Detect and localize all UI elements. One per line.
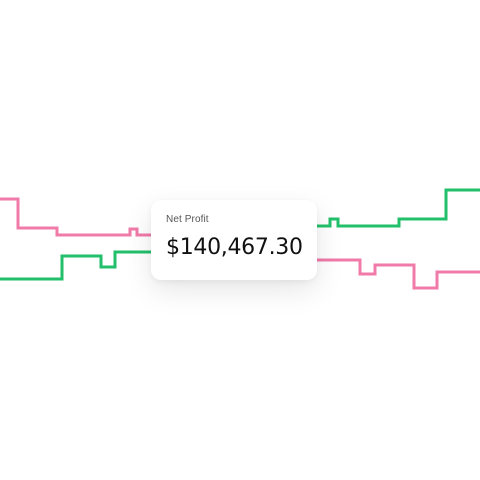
net-profit-card: Net Profit $140,467.30 bbox=[151, 200, 317, 280]
card-value: $140,467.30 bbox=[166, 235, 303, 260]
card-label: Net Profit bbox=[166, 214, 209, 225]
net-profit-widget: Net Profit $140,467.30 bbox=[0, 0, 480, 480]
